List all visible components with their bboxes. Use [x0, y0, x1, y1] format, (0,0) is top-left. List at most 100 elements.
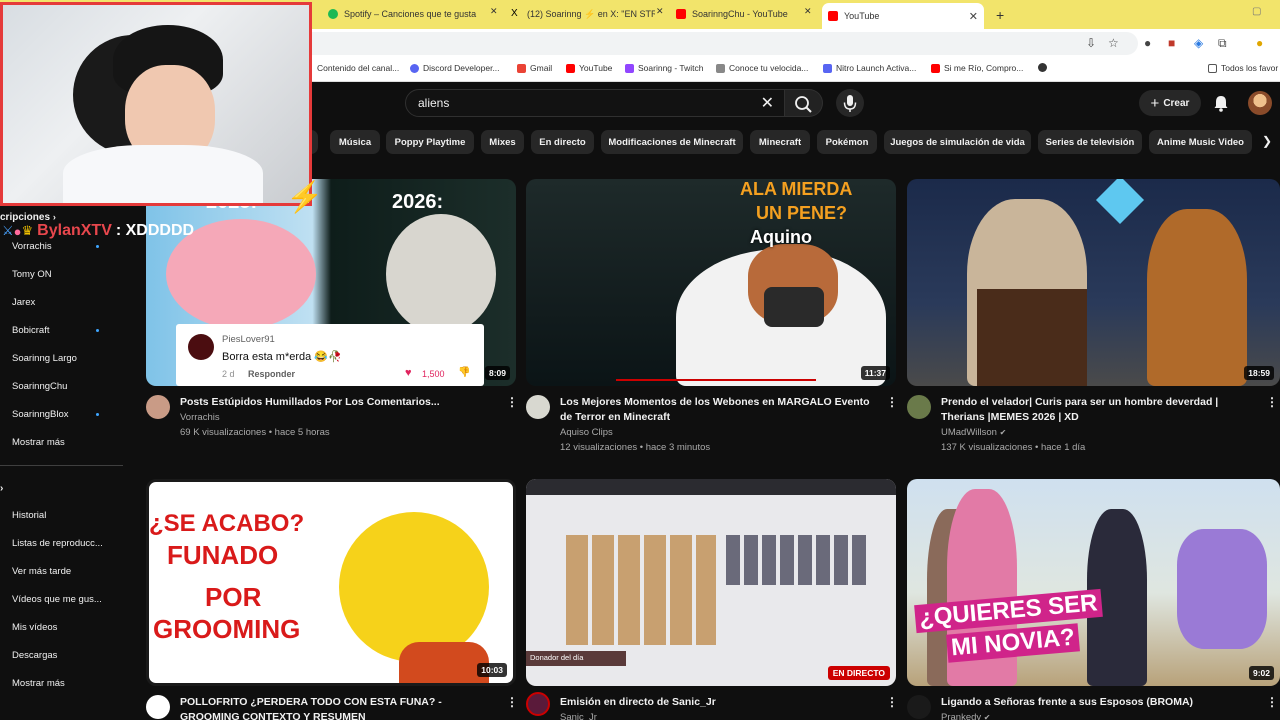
bookmark-item[interactable]: Si me Río, Compro...	[931, 63, 1023, 73]
tab-youtube-active[interactable]: YouTube ✕	[822, 3, 984, 29]
chip[interactable]: Modificaciones de Minecraft	[601, 130, 743, 154]
channel-name[interactable]: UMadWillson ✔	[941, 425, 1006, 440]
channel-name[interactable]: Aquiso Clips	[560, 425, 613, 440]
close-icon[interactable]: ✕	[490, 6, 498, 17]
new-tab-button[interactable]: +	[990, 4, 1010, 26]
bookmark-item[interactable]: Contenido del canal...	[317, 63, 399, 73]
sidebar-item-liked-videos[interactable]: Vídeos que me gus...	[12, 594, 102, 605]
bookmark-item[interactable]	[1038, 63, 1051, 72]
chip[interactable]: En directo	[531, 130, 594, 154]
bookmark-item[interactable]: Soarinng - Twitch	[625, 63, 704, 73]
video-title[interactable]: POLLOFRITO ¿PERDERA TODO CON ESTA FUNA? …	[180, 695, 500, 720]
search-input[interactable]: aliens ✕	[405, 89, 785, 117]
video-title[interactable]: Posts Estúpidos Humillados Por Los Comen…	[180, 395, 490, 410]
chip[interactable]: Pokémon	[817, 130, 877, 154]
video-thumbnail[interactable]: ALA MIERDA UN PENE? Aquino 11:37	[526, 179, 896, 386]
video-title[interactable]: Prendo el velador| Curis para ser un hom…	[941, 395, 1251, 425]
more-vert-icon[interactable]: ⋮	[1266, 695, 1278, 709]
sidebar-item-soarinngblox[interactable]: SoarinngBlox	[12, 409, 69, 420]
extensions-puzzle-icon[interactable]: ⧉	[1218, 36, 1227, 51]
close-icon[interactable]: ✕	[969, 10, 978, 23]
channel-avatar[interactable]	[146, 695, 170, 719]
sidebar-item-soarinng-largo[interactable]: Soarinng Largo	[12, 353, 77, 364]
create-button[interactable]: + Crear	[1139, 90, 1201, 116]
sidebar-item-my-videos[interactable]: Mis vídeos	[12, 622, 57, 633]
video-thumbnail[interactable]: 2025: 2026: PiesLover91 Borra esta m*erd…	[146, 179, 516, 386]
channel-name[interactable]: Sanic_Jr	[560, 710, 597, 720]
show-more-library[interactable]: Mostrar más	[12, 678, 65, 689]
bookmark-item[interactable]: YouTube	[566, 63, 612, 73]
tab-soarinngchu[interactable]: SoarinngChu - YouTube	[670, 3, 820, 25]
sidebar-item-tomy-on[interactable]: Tomy ON	[12, 269, 52, 280]
account-avatar[interactable]	[1248, 91, 1272, 115]
chip[interactable]: Anime Music Video	[1149, 130, 1252, 154]
extension-icon[interactable]: ■	[1168, 36, 1175, 50]
video-title[interactable]: Emisión en directo de Sanic_Jr	[560, 695, 880, 710]
video-thumbnail[interactable]: ¿SE ACABO? FUNADO POR GROOMING 10:03	[146, 479, 516, 686]
more-vert-icon[interactable]: ⋮	[886, 395, 898, 409]
channel-avatar[interactable]	[526, 395, 550, 419]
crown-icon: ♛	[21, 223, 34, 238]
tab-spotify[interactable]: Spotify – Canciones que te gusta	[322, 3, 490, 25]
sidebar-item-downloads[interactable]: Descargas	[12, 650, 57, 661]
extension-icon[interactable]: ●	[1144, 36, 1151, 50]
window-restore-icon[interactable]: ▢	[1252, 6, 1261, 17]
thumbnail-art	[566, 535, 716, 645]
channel-avatar[interactable]	[146, 395, 170, 419]
more-vert-icon[interactable]: ⋮	[506, 395, 518, 409]
show-more-subscriptions[interactable]: Mostrar más	[12, 437, 65, 448]
video-thumbnail[interactable]: ¿QUIERES SER MI NOVIA? 9:02	[907, 479, 1280, 686]
more-vert-icon[interactable]: ⋮	[1266, 395, 1278, 409]
sidebar-item-playlists[interactable]: Listas de reproducc...	[12, 538, 103, 549]
channel-avatar[interactable]	[907, 395, 931, 419]
extension-icon[interactable]: ◈	[1194, 36, 1203, 50]
bookmark-item[interactable]: Nitro Launch Activa...	[823, 63, 916, 73]
voice-search-button[interactable]	[836, 89, 864, 117]
install-app-icon[interactable]: ⇩	[1086, 36, 1096, 50]
chip[interactable]: Música	[330, 130, 380, 154]
more-vert-icon[interactable]: ⋮	[886, 695, 898, 709]
channel-name[interactable]: Vorrachis	[180, 410, 220, 425]
channel-avatar[interactable]	[907, 695, 931, 719]
address-bar[interactable]	[296, 32, 1138, 55]
close-icon[interactable]: ✕	[656, 6, 664, 17]
chevron-right-icon[interactable]: ❯	[1262, 134, 1272, 148]
profile-icon[interactable]: ●	[1256, 36, 1263, 50]
more-vert-icon[interactable]: ⋮	[506, 695, 518, 709]
plus-icon: +	[1150, 94, 1160, 112]
video-title[interactable]: Los Mejores Momentos de los Webones en M…	[560, 395, 875, 425]
all-bookmarks[interactable]: Todos los favor	[1208, 63, 1278, 73]
bookmark-item[interactable]: Discord Developer...	[410, 63, 500, 73]
donor-banner: Donador del día	[526, 651, 626, 666]
video-thumbnail[interactable]: Donador del día EN DIRECTO	[526, 479, 896, 686]
video-title[interactable]: Ligando a Señoras frente a sus Esposos (…	[941, 695, 1251, 710]
video-stats: 12 visualizaciones • hace 3 minutos	[560, 442, 711, 453]
sidebar-item-history[interactable]: Historial	[12, 510, 46, 521]
video-thumbnail[interactable]: 18:59	[907, 179, 1280, 386]
new-content-dot	[96, 413, 99, 416]
chip[interactable]: Minecraft	[750, 130, 810, 154]
chip[interactable]: Juegos de simulación de vida	[884, 130, 1031, 154]
sidebar-item-soarinngchu[interactable]: SoarinngChu	[12, 381, 67, 392]
thumbnail-text: POR	[205, 582, 262, 612]
clear-search-icon[interactable]: ✕	[761, 93, 774, 113]
sidebar-item-bobicraft[interactable]: Bobicraft	[12, 325, 50, 336]
sidebar-item-vorrachis[interactable]: Vorrachis	[12, 241, 52, 252]
bookmark-item[interactable]: Conoce tu velocida...	[716, 63, 808, 73]
bookmark-item[interactable]: Gmail	[517, 63, 552, 73]
sidebar-item-jarex[interactable]: Jarex	[12, 297, 35, 308]
close-icon[interactable]: ✕	[804, 6, 812, 17]
sidebar-item-watch-later[interactable]: Ver más tarde	[12, 566, 71, 577]
channel-avatar-live[interactable]	[526, 692, 550, 716]
video-duration: 8:09	[484, 366, 510, 380]
bookmark-star-icon[interactable]: ☆	[1108, 36, 1119, 50]
chip[interactable]: Poppy Playtime	[386, 130, 474, 154]
chip[interactable]: Series de televisión	[1038, 130, 1142, 154]
chevron-right-icon[interactable]: ›	[0, 483, 3, 494]
search-button[interactable]	[785, 89, 823, 117]
chat-username: BylanXTV	[37, 222, 112, 239]
tab-x[interactable]: X (12) Soarinng ⚡ en X: "EN STR	[505, 3, 655, 25]
channel-name[interactable]: Prankedy ✔	[941, 710, 990, 720]
chip[interactable]: Mixes	[481, 130, 524, 154]
notifications-bell-icon[interactable]	[1211, 93, 1231, 113]
